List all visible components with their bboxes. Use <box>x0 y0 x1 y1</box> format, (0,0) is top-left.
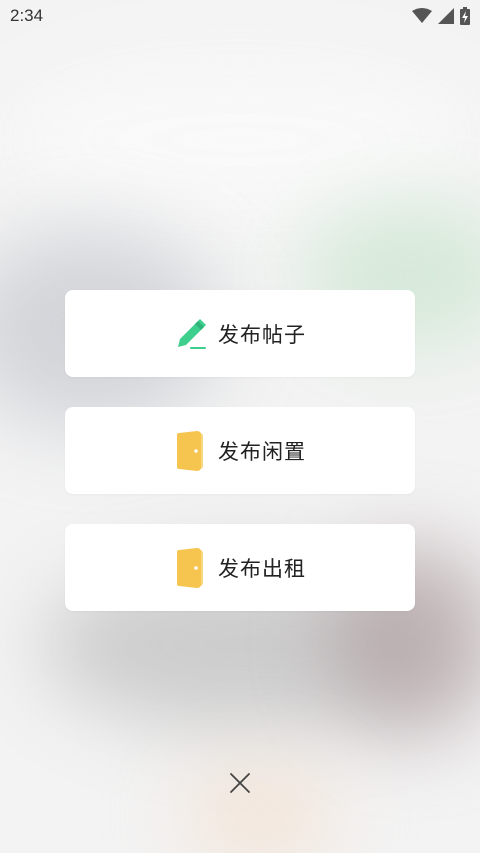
background-blur <box>180 760 340 853</box>
close-icon <box>230 773 250 793</box>
publish-menu-screen: 2:34 发布帖子 发布闲置 发布出租 <box>0 0 480 853</box>
publish-menu: 发布帖子 发布闲置 发布出租 <box>65 290 415 641</box>
door-icon <box>174 430 208 471</box>
status-bar: 2:34 <box>0 0 480 32</box>
cellular-signal-icon <box>438 8 454 24</box>
publish-idle-item-button[interactable]: 发布闲置 <box>65 407 415 494</box>
wifi-icon <box>412 8 432 23</box>
status-icons <box>412 7 470 25</box>
pencil-icon <box>174 314 208 354</box>
door-icon <box>174 547 208 588</box>
publish-rental-label: 发布出租 <box>218 556 306 581</box>
publish-rental-button[interactable]: 发布出租 <box>65 524 415 611</box>
publish-post-label: 发布帖子 <box>218 322 306 347</box>
background-blur <box>0 60 480 220</box>
close-button[interactable] <box>228 771 252 795</box>
publish-post-button[interactable]: 发布帖子 <box>65 290 415 377</box>
status-time: 2:34 <box>10 6 44 25</box>
battery-charging-icon <box>460 7 470 25</box>
publish-idle-item-label: 发布闲置 <box>218 439 306 464</box>
